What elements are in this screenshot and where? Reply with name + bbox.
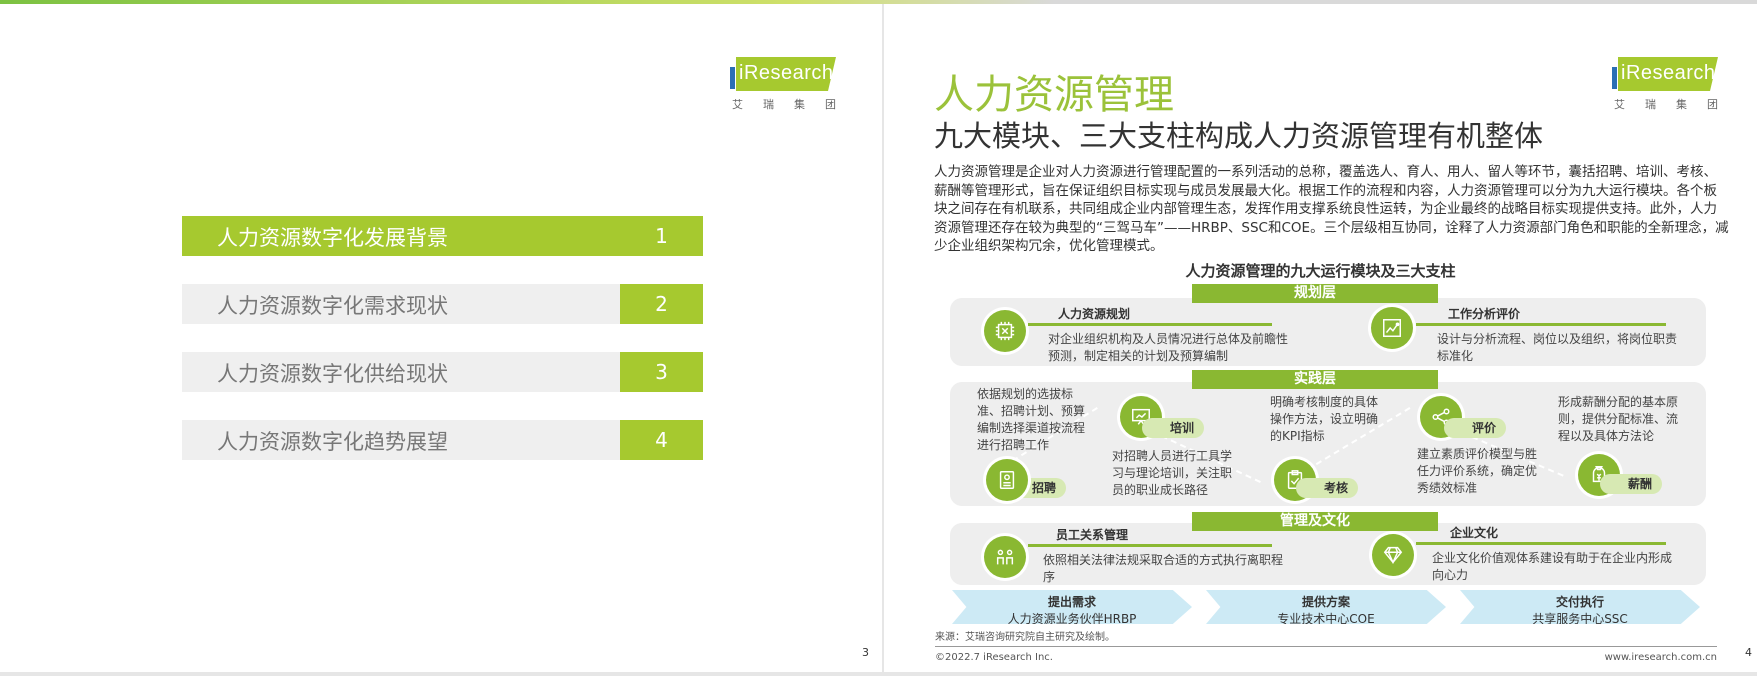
module-name-employee-relations: 员工关系管理 bbox=[1056, 528, 1129, 542]
module-desc-job-analysis: 设计与分析流程、岗位以及组织，将岗位职责标准化 bbox=[1437, 332, 1678, 363]
people-icon bbox=[984, 536, 1026, 578]
page-title: 人力资源管理 bbox=[934, 72, 1174, 118]
pillar-subtitle: 共享服务中心SSC bbox=[1532, 612, 1628, 626]
pillar-hrbp: 提出需求 人力资源业务伙伴HRBP bbox=[952, 590, 1192, 624]
logo-cn: 艾瑞集团 bbox=[732, 98, 856, 111]
id-card-icon bbox=[986, 459, 1028, 501]
module-name-hr-planning: 人力资源规划 bbox=[1058, 307, 1131, 321]
logo-cn: 艾瑞集团 bbox=[1614, 98, 1738, 111]
module-pill-training: 培训 bbox=[1142, 418, 1205, 438]
page-subtitle: 九大模块、三大支柱构成人力资源管理有机整体 bbox=[934, 119, 1544, 153]
module-pill-evaluate: 评价 bbox=[1444, 418, 1507, 438]
module-desc-corporate-culture: 企业文化价值观体系建设有助于在企业内形成向心力 bbox=[1432, 551, 1673, 582]
module-desc-hr-planning: 对企业组织机构及人员情况进行总体及前瞻性预测，制定相关的计划及预算编制 bbox=[1048, 332, 1289, 363]
toc-label: 人力资源数字化趋势展望 bbox=[217, 430, 448, 454]
logo-word: iResearch bbox=[739, 62, 834, 84]
diamond-icon bbox=[1372, 534, 1414, 576]
website-link[interactable]: www.iresearch.com.cn bbox=[1605, 652, 1717, 663]
toc-number: 1 bbox=[655, 224, 668, 248]
module-desc-salary: 形成薪酬分配的基本原则，提供分配标准、流程以及具体方法论 bbox=[1558, 395, 1679, 443]
module-underline bbox=[1028, 544, 1272, 547]
page-number: 4 bbox=[1745, 646, 1752, 659]
module-pill-salary: 薪酬 bbox=[1600, 474, 1663, 494]
slide-page-3: iResearch 艾瑞集团 人力资源数字化发展背景 1 人力资源数字化需求现状… bbox=[0, 4, 882, 672]
module-desc-recruit: 依据规划的选拔标准、招聘计划、预算编制选择渠道按流程进行招聘工作 bbox=[977, 387, 1086, 452]
pillar-coe: 提供方案 专业技术中心COE bbox=[1206, 590, 1446, 624]
toc-item-1[interactable]: 人力资源数字化发展背景 1 bbox=[182, 216, 703, 256]
pillar-title: 提出需求 bbox=[1047, 595, 1096, 609]
pillar-ssc: 交付执行 共享服务中心SSC bbox=[1460, 590, 1700, 624]
module-name-corporate-culture: 企业文化 bbox=[1450, 526, 1499, 540]
layer-tag-management: 管理及文化 bbox=[1192, 512, 1438, 531]
toc-label: 人力资源数字化供给现状 bbox=[217, 362, 448, 386]
page-number: 3 bbox=[862, 646, 869, 659]
toc-number: 4 bbox=[620, 420, 703, 460]
copyright: ©2022.7 iResearch Inc. bbox=[935, 652, 1053, 663]
toc-number: 3 bbox=[620, 352, 703, 392]
module-desc-assess: 明确考核制度的具体操作方法，设立明确的KPI指标 bbox=[1270, 395, 1379, 443]
toc-label: 人力资源数字化需求现状 bbox=[217, 294, 448, 318]
line-chart-icon bbox=[1371, 307, 1413, 349]
iresearch-logo: iResearch 艾瑞集团 bbox=[730, 57, 842, 117]
module-desc-employee-relations: 依照相关法律法规采取合适的方式执行离职程序 bbox=[1043, 553, 1284, 584]
module-desc-training: 对招聘人员进行工具学习与理论培训，关注职员的职业成长路径 bbox=[1112, 449, 1233, 497]
layer-tag-practice: 实践层 bbox=[1192, 370, 1438, 389]
chip-icon bbox=[984, 310, 1026, 352]
layer-tag-planning: 规划层 bbox=[1192, 284, 1438, 303]
pillar-subtitle: 人力资源业务伙伴HRBP bbox=[1007, 612, 1137, 626]
pillar-subtitle: 专业技术中心COE bbox=[1277, 612, 1375, 626]
iresearch-logo: iResearch 艾瑞集团 bbox=[1612, 57, 1724, 117]
toc-item-2[interactable]: 人力资源数字化需求现状 2 bbox=[182, 284, 703, 324]
toc-item-3[interactable]: 人力资源数字化供给现状 3 bbox=[182, 352, 703, 392]
logo-word: iResearch bbox=[1621, 62, 1716, 84]
toc-number: 2 bbox=[620, 284, 703, 324]
body-paragraph: 人力资源管理是企业对人力资源进行管理配置的一系列活动的总称，覆盖选人、育人、用人… bbox=[934, 164, 1729, 254]
module-name-job-analysis: 工作分析评价 bbox=[1448, 307, 1521, 321]
pillar-title: 提供方案 bbox=[1301, 595, 1350, 609]
module-underline bbox=[1416, 323, 1666, 326]
module-desc-evaluate: 建立素质评价模型与胜任力评价系统，确定优秀绩效标准 bbox=[1417, 447, 1538, 495]
footer-divider bbox=[935, 646, 1717, 647]
module-pill-assess: 考核 bbox=[1296, 478, 1359, 498]
pillar-title: 交付执行 bbox=[1555, 595, 1604, 609]
module-underline bbox=[1416, 542, 1666, 545]
slide-page-4: iResearch 艾瑞集团 人力资源管理 九大模块、三大支柱构成人力资源管理有… bbox=[884, 4, 1757, 672]
toc-label: 人力资源数字化发展背景 bbox=[217, 226, 448, 250]
diagram-title: 人力资源管理的九大运行模块及三大支柱 bbox=[1185, 262, 1456, 280]
source-note: 来源：艾瑞咨询研究院自主研究及绘制。 bbox=[935, 632, 1115, 643]
module-underline bbox=[1028, 323, 1272, 326]
toc-item-4[interactable]: 人力资源数字化趋势展望 4 bbox=[182, 420, 703, 460]
